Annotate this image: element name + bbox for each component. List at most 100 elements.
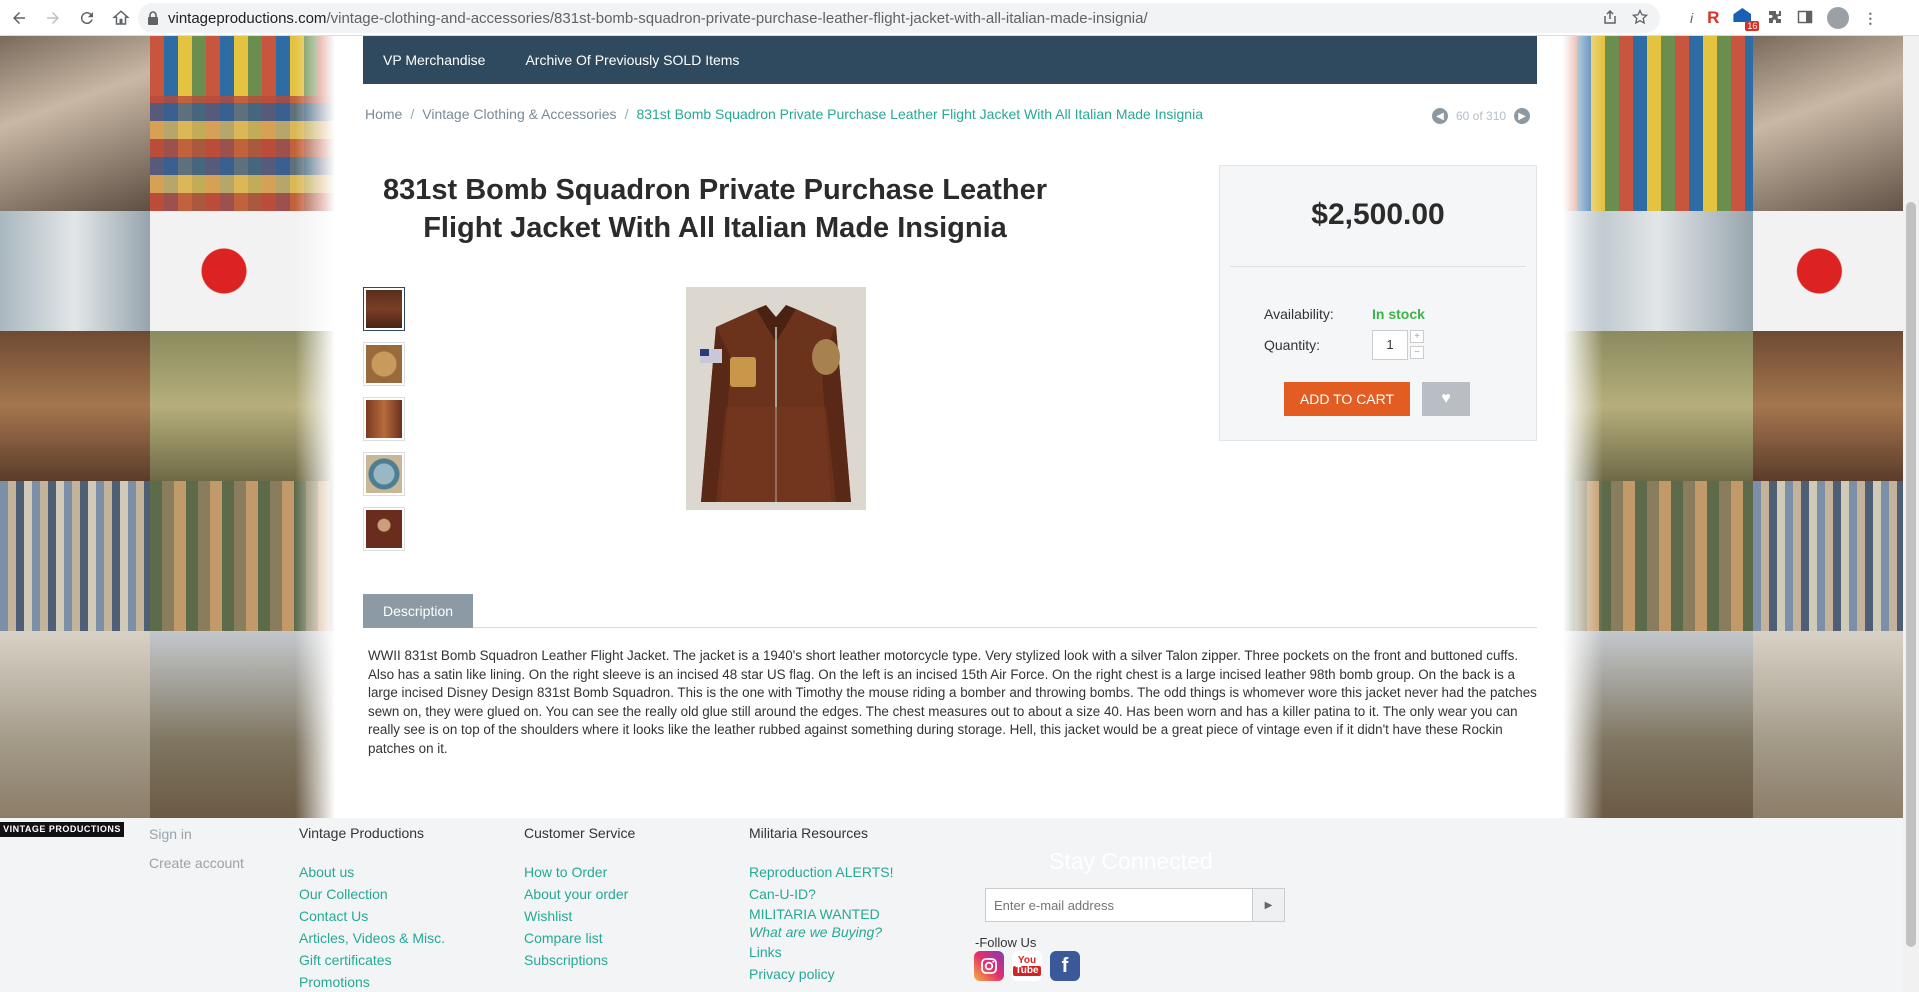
thumbnail-image[interactable] [363, 342, 405, 386]
footer-link-militaria-wanted[interactable]: MILITARIA WANTED [749, 905, 894, 923]
product-tabs: Description [363, 594, 1537, 628]
purchase-box: $2,500.00 Availability: In stock Quantit… [1219, 165, 1537, 441]
footer: VINTAGE PRODUCTIONS Sign in Create accou… [0, 818, 1919, 992]
breadcrumb: Home / Vintage Clothing & Accessories / 831s… [365, 106, 1203, 122]
facebook-icon[interactable]: f [1050, 951, 1080, 981]
add-to-cart-button[interactable]: ADD TO CART [1284, 382, 1410, 416]
side-panel-icon[interactable] [1797, 9, 1813, 28]
top-navigation: VP Merchandise Archive Of Previously SOL… [363, 36, 1537, 84]
url-host: vintageproductions.com [168, 9, 327, 27]
footer-link-contact-us[interactable]: Contact Us [299, 905, 445, 927]
footer-link-privacy-policy[interactable]: Privacy policy [749, 963, 894, 985]
product-description: WWII 831st Bomb Squadron Leather Flight … [368, 648, 1537, 756]
availability-status: In stock [1372, 306, 1425, 322]
sign-in-link[interactable]: Sign in [149, 820, 244, 849]
heart-icon: ♥ [1441, 390, 1451, 407]
background-collage-left [0, 36, 335, 818]
footer-link-wishlist[interactable]: Wishlist [524, 905, 635, 927]
share-icon[interactable] [1602, 9, 1618, 28]
newsletter-submit-button[interactable]: ▶ [1252, 889, 1284, 921]
footer-column-heading: Customer Service [524, 825, 636, 841]
footer-link-links[interactable]: Links [749, 941, 894, 963]
follow-us-label: -Follow Us [975, 935, 1037, 950]
breadcrumb-current[interactable]: 831st Bomb Squadron Private Purchase Lea… [636, 106, 1203, 122]
footer-link-promotions[interactable]: Promotions [299, 971, 445, 992]
r-extension-icon[interactable]: R [1707, 8, 1719, 28]
newsletter-form: ▶ [985, 888, 1285, 922]
nav-archive-sold[interactable]: Archive Of Previously SOLD Items [525, 52, 739, 68]
pager-position: 60 of 310 [1456, 109, 1507, 123]
thumbnail-list [363, 287, 407, 562]
breadcrumb-category[interactable]: Vintage Clothing & Accessories [422, 106, 616, 122]
main-content: VP Merchandise Archive Of Previously SOL… [335, 36, 1563, 818]
scrollbar-thumb[interactable] [1906, 202, 1916, 947]
footer-column-heading: Vintage Productions [299, 825, 425, 841]
next-product-icon[interactable]: ▶ [1514, 108, 1531, 124]
thumbnail-image[interactable] [363, 507, 405, 551]
breadcrumb-home[interactable]: Home [365, 106, 402, 122]
footer-column-vintage-productions: Vintage Productions About us Our Collect… [299, 825, 445, 992]
footer-link-what-are-we-buying[interactable]: What are we Buying? [749, 923, 894, 941]
footer-link-reproduction-alerts[interactable]: Reproduction ALERTS! [749, 861, 894, 883]
product-main-image[interactable] [686, 287, 866, 510]
profile-avatar-icon[interactable] [1827, 7, 1850, 29]
previous-product-icon[interactable]: ◀ [1432, 108, 1448, 124]
quantity-increase-button[interactable]: + [1410, 330, 1424, 343]
lock-icon[interactable] [138, 11, 168, 25]
stay-connected-heading: Stay Connected [1049, 848, 1213, 874]
quantity-decrease-button[interactable]: − [1410, 346, 1424, 359]
quantity-input[interactable]: 1 [1372, 330, 1408, 360]
footer-link-compare-list[interactable]: Compare list [524, 927, 635, 949]
address-bar[interactable]: vintageproductions.com/vintage-clothing-… [138, 3, 1660, 33]
footer-link-subscriptions[interactable]: Subscriptions [524, 949, 635, 971]
menu-kebab-icon[interactable]: ⋮ [1863, 10, 1877, 27]
create-account-link[interactable]: Create account [149, 849, 244, 878]
add-to-wishlist-button[interactable]: ♥ [1422, 382, 1470, 416]
nav-vp-merchandise[interactable]: VP Merchandise [383, 52, 485, 68]
footer-link-gift-certificates[interactable]: Gift certificates [299, 949, 445, 971]
product-title: 831st Bomb Squadron Private Purchase Lea… [383, 174, 1047, 244]
page-scrollbar[interactable] [1903, 36, 1919, 992]
instagram-icon[interactable] [974, 951, 1004, 981]
footer-link-about-your-order[interactable]: About your order [524, 883, 635, 905]
quantity-label: Quantity: [1264, 337, 1321, 353]
back-icon[interactable] [4, 3, 34, 33]
availability-label: Availability: [1264, 306, 1334, 322]
thumbnail-image[interactable] [363, 452, 405, 496]
footer-account-links: Sign in Create account [149, 820, 244, 878]
browser-toolbar: vintageproductions.com/vintage-clothing-… [0, 0, 1919, 36]
footer-link-articles[interactable]: Articles, Videos & Misc. [299, 927, 445, 949]
footer-logo[interactable]: VINTAGE PRODUCTIONS [0, 822, 124, 837]
price-divider [1230, 266, 1526, 267]
footer-link-how-to-order[interactable]: How to Order [524, 861, 635, 883]
footer-link-about-us[interactable]: About us [299, 861, 445, 883]
thumbnail-image[interactable] [363, 287, 405, 331]
breadcrumb-separator: / [410, 106, 415, 122]
extensions-area: i R 16 ⋮ [1690, 3, 1877, 33]
footer-link-our-collection[interactable]: Our Collection [299, 883, 445, 905]
thumbnail-image[interactable] [363, 397, 405, 441]
badge-extension-icon[interactable]: 16 [1733, 8, 1760, 31]
youtube-label-bottom: Tube [1013, 965, 1041, 976]
social-links: You Tube f [974, 951, 1080, 981]
play-arrow-icon: ▶ [1264, 899, 1273, 911]
puzzle-icon[interactable] [1767, 9, 1783, 28]
extension-badge-count: 16 [1745, 21, 1760, 31]
breadcrumb-separator: / [624, 106, 629, 122]
url-text[interactable]: vintageproductions.com/vintage-clothing-… [168, 10, 1148, 27]
background-collage-right [1563, 36, 1919, 818]
footer-column-customer-service: Customer Service How to Order About your… [524, 825, 635, 971]
home-icon[interactable] [106, 3, 136, 33]
newsletter-email-input[interactable] [986, 889, 1252, 921]
footer-column-heading: Militaria Resources [749, 825, 869, 841]
tab-description[interactable]: Description [363, 594, 473, 628]
bookmark-star-icon[interactable] [1631, 8, 1649, 28]
product-price: $2,500.00 [1311, 198, 1445, 231]
reload-icon[interactable] [72, 3, 102, 33]
product-pager: ◀ 60 of 310 ▶ [1432, 108, 1531, 124]
forward-icon[interactable] [38, 3, 68, 33]
youtube-icon[interactable]: You Tube [1012, 951, 1042, 981]
footer-link-can-u-id[interactable]: Can-U-ID? [749, 883, 894, 905]
footer-column-militaria-resources: Militaria Resources Reproduction ALERTS!… [749, 825, 894, 985]
info-extension-icon[interactable]: i [1690, 10, 1693, 26]
